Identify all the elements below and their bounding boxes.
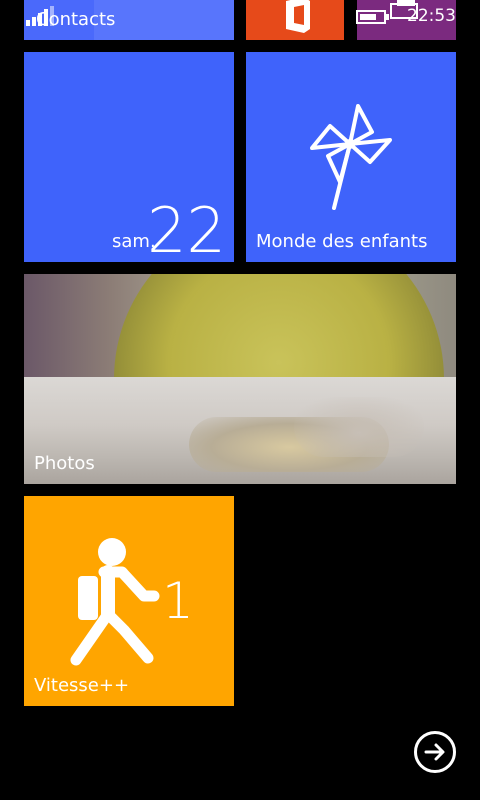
cloud-image	[294, 397, 424, 457]
vitesse-count: 1	[162, 572, 194, 630]
clock-time: 22:53	[407, 6, 456, 26]
signal-bars-icon	[26, 6, 54, 26]
vitesse-label: Vitesse++	[34, 675, 130, 696]
kids-corner-tile[interactable]: Monde des enfants	[246, 52, 456, 262]
vitesse-tile[interactable]: 1 Vitesse++	[24, 496, 234, 706]
photos-label: Photos	[34, 453, 95, 474]
battery-icon	[356, 10, 389, 24]
app-list-button[interactable]	[414, 731, 456, 773]
kids-corner-label: Monde des enfants	[256, 231, 428, 252]
calendar-date-number: 22	[147, 194, 226, 262]
pinwheel-icon	[310, 104, 392, 210]
photos-top-image	[24, 274, 456, 484]
calendar-tile[interactable]: sam. 22	[24, 52, 234, 262]
start-screen: Contacts 22:53 sam. 22 Monde des enfants…	[0, 0, 480, 800]
arrow-right-circle-icon	[424, 743, 445, 761]
photos-tile[interactable]: Photos	[24, 274, 456, 484]
walking-man-icon: 1	[70, 538, 194, 666]
status-bar: 22:53	[0, 0, 480, 32]
